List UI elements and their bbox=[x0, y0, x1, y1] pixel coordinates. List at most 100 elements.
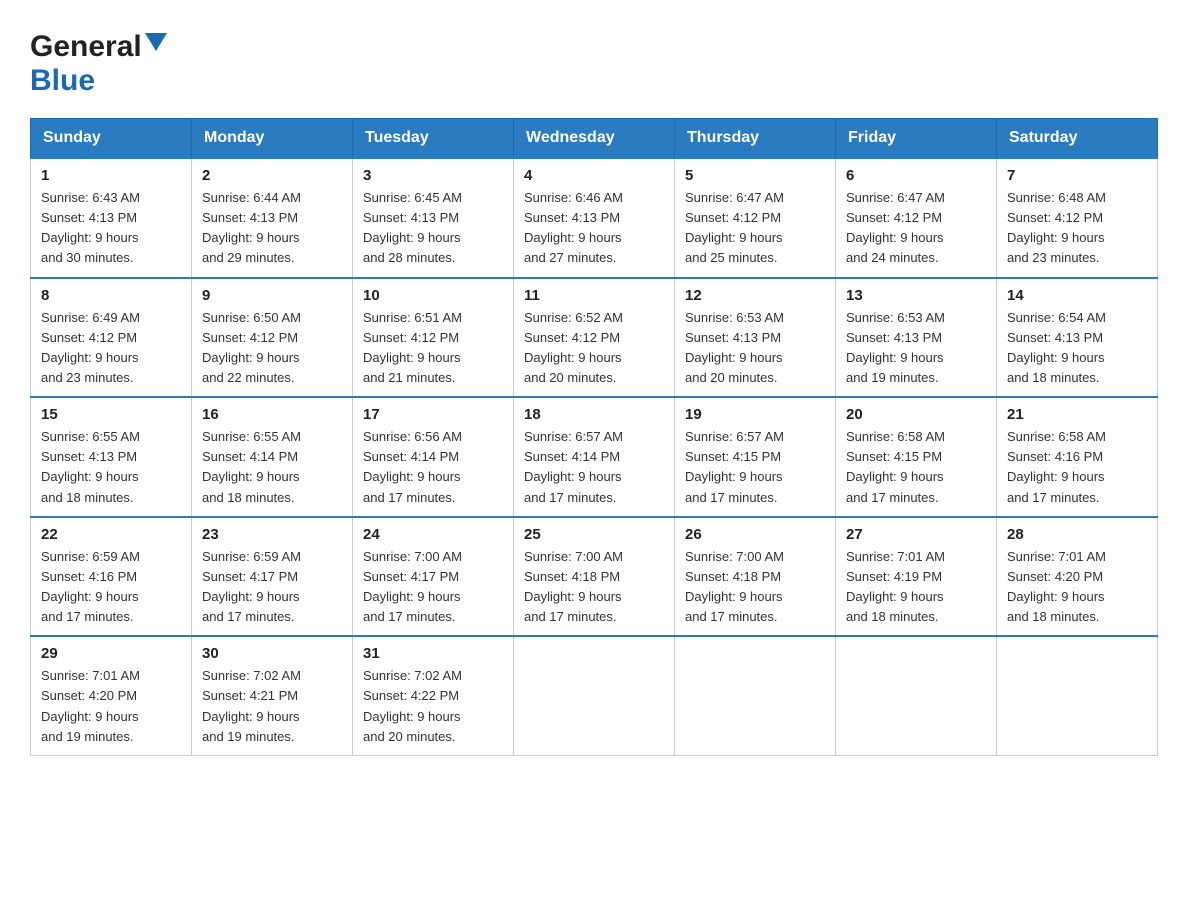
calendar-day-cell: 21 Sunrise: 6:58 AMSunset: 4:16 PMDaylig… bbox=[997, 397, 1158, 517]
day-info: Sunrise: 7:02 AMSunset: 4:22 PMDaylight:… bbox=[363, 668, 462, 743]
calendar-day-cell bbox=[675, 636, 836, 755]
logo: General Blue bbox=[30, 30, 167, 98]
calendar-day-cell: 12 Sunrise: 6:53 AMSunset: 4:13 PMDaylig… bbox=[675, 278, 836, 398]
calendar-day-cell: 22 Sunrise: 6:59 AMSunset: 4:16 PMDaylig… bbox=[31, 517, 192, 637]
day-info: Sunrise: 7:00 AMSunset: 4:18 PMDaylight:… bbox=[685, 549, 784, 624]
day-number: 27 bbox=[846, 526, 986, 543]
day-number: 11 bbox=[524, 287, 664, 304]
day-info: Sunrise: 6:45 AMSunset: 4:13 PMDaylight:… bbox=[363, 190, 462, 265]
day-number: 26 bbox=[685, 526, 825, 543]
calendar-day-cell: 18 Sunrise: 6:57 AMSunset: 4:14 PMDaylig… bbox=[514, 397, 675, 517]
calendar-day-cell: 2 Sunrise: 6:44 AMSunset: 4:13 PMDayligh… bbox=[192, 158, 353, 278]
calendar-day-header: Sunday bbox=[31, 119, 192, 159]
day-number: 22 bbox=[41, 526, 181, 543]
day-info: Sunrise: 6:55 AMSunset: 4:14 PMDaylight:… bbox=[202, 429, 301, 504]
calendar-day-cell: 23 Sunrise: 6:59 AMSunset: 4:17 PMDaylig… bbox=[192, 517, 353, 637]
calendar-day-cell: 15 Sunrise: 6:55 AMSunset: 4:13 PMDaylig… bbox=[31, 397, 192, 517]
day-number: 14 bbox=[1007, 287, 1147, 304]
day-info: Sunrise: 6:47 AMSunset: 4:12 PMDaylight:… bbox=[685, 190, 784, 265]
calendar-day-cell: 14 Sunrise: 6:54 AMSunset: 4:13 PMDaylig… bbox=[997, 278, 1158, 398]
logo-arrow-icon bbox=[145, 33, 167, 60]
calendar-day-cell: 5 Sunrise: 6:47 AMSunset: 4:12 PMDayligh… bbox=[675, 158, 836, 278]
calendar-week-row: 22 Sunrise: 6:59 AMSunset: 4:16 PMDaylig… bbox=[31, 517, 1158, 637]
calendar-day-cell: 10 Sunrise: 6:51 AMSunset: 4:12 PMDaylig… bbox=[353, 278, 514, 398]
day-info: Sunrise: 6:44 AMSunset: 4:13 PMDaylight:… bbox=[202, 190, 301, 265]
day-info: Sunrise: 6:52 AMSunset: 4:12 PMDaylight:… bbox=[524, 310, 623, 385]
day-number: 12 bbox=[685, 287, 825, 304]
day-number: 19 bbox=[685, 406, 825, 423]
day-number: 2 bbox=[202, 167, 342, 184]
calendar-day-cell: 19 Sunrise: 6:57 AMSunset: 4:15 PMDaylig… bbox=[675, 397, 836, 517]
day-info: Sunrise: 6:58 AMSunset: 4:16 PMDaylight:… bbox=[1007, 429, 1106, 504]
calendar-day-cell: 1 Sunrise: 6:43 AMSunset: 4:13 PMDayligh… bbox=[31, 158, 192, 278]
day-info: Sunrise: 6:56 AMSunset: 4:14 PMDaylight:… bbox=[363, 429, 462, 504]
day-number: 5 bbox=[685, 167, 825, 184]
day-number: 10 bbox=[363, 287, 503, 304]
calendar-day-header: Saturday bbox=[997, 119, 1158, 159]
day-number: 3 bbox=[363, 167, 503, 184]
day-info: Sunrise: 6:59 AMSunset: 4:16 PMDaylight:… bbox=[41, 549, 140, 624]
calendar-day-cell: 9 Sunrise: 6:50 AMSunset: 4:12 PMDayligh… bbox=[192, 278, 353, 398]
day-info: Sunrise: 7:02 AMSunset: 4:21 PMDaylight:… bbox=[202, 668, 301, 743]
day-info: Sunrise: 6:53 AMSunset: 4:13 PMDaylight:… bbox=[685, 310, 784, 385]
calendar-day-cell: 26 Sunrise: 7:00 AMSunset: 4:18 PMDaylig… bbox=[675, 517, 836, 637]
calendar-day-cell: 30 Sunrise: 7:02 AMSunset: 4:21 PMDaylig… bbox=[192, 636, 353, 755]
day-info: Sunrise: 7:01 AMSunset: 4:20 PMDaylight:… bbox=[1007, 549, 1106, 624]
day-number: 29 bbox=[41, 645, 181, 662]
day-number: 17 bbox=[363, 406, 503, 423]
day-info: Sunrise: 6:46 AMSunset: 4:13 PMDaylight:… bbox=[524, 190, 623, 265]
day-number: 13 bbox=[846, 287, 986, 304]
calendar-day-cell: 16 Sunrise: 6:55 AMSunset: 4:14 PMDaylig… bbox=[192, 397, 353, 517]
day-number: 31 bbox=[363, 645, 503, 662]
day-info: Sunrise: 6:57 AMSunset: 4:14 PMDaylight:… bbox=[524, 429, 623, 504]
day-number: 7 bbox=[1007, 167, 1147, 184]
day-number: 21 bbox=[1007, 406, 1147, 423]
calendar-day-header: Wednesday bbox=[514, 119, 675, 159]
calendar-day-cell bbox=[836, 636, 997, 755]
day-number: 28 bbox=[1007, 526, 1147, 543]
day-info: Sunrise: 6:47 AMSunset: 4:12 PMDaylight:… bbox=[846, 190, 945, 265]
day-number: 15 bbox=[41, 406, 181, 423]
day-info: Sunrise: 6:51 AMSunset: 4:12 PMDaylight:… bbox=[363, 310, 462, 385]
day-info: Sunrise: 6:48 AMSunset: 4:12 PMDaylight:… bbox=[1007, 190, 1106, 265]
calendar-day-cell: 29 Sunrise: 7:01 AMSunset: 4:20 PMDaylig… bbox=[31, 636, 192, 755]
day-number: 20 bbox=[846, 406, 986, 423]
day-number: 18 bbox=[524, 406, 664, 423]
calendar-week-row: 15 Sunrise: 6:55 AMSunset: 4:13 PMDaylig… bbox=[31, 397, 1158, 517]
calendar-week-row: 8 Sunrise: 6:49 AMSunset: 4:12 PMDayligh… bbox=[31, 278, 1158, 398]
calendar-day-cell: 25 Sunrise: 7:00 AMSunset: 4:18 PMDaylig… bbox=[514, 517, 675, 637]
calendar-day-cell: 17 Sunrise: 6:56 AMSunset: 4:14 PMDaylig… bbox=[353, 397, 514, 517]
day-number: 8 bbox=[41, 287, 181, 304]
day-info: Sunrise: 7:00 AMSunset: 4:17 PMDaylight:… bbox=[363, 549, 462, 624]
day-info: Sunrise: 6:58 AMSunset: 4:15 PMDaylight:… bbox=[846, 429, 945, 504]
calendar-day-cell: 13 Sunrise: 6:53 AMSunset: 4:13 PMDaylig… bbox=[836, 278, 997, 398]
day-info: Sunrise: 6:57 AMSunset: 4:15 PMDaylight:… bbox=[685, 429, 784, 504]
calendar-day-header: Monday bbox=[192, 119, 353, 159]
calendar-day-cell: 3 Sunrise: 6:45 AMSunset: 4:13 PMDayligh… bbox=[353, 158, 514, 278]
day-number: 1 bbox=[41, 167, 181, 184]
calendar-day-cell: 28 Sunrise: 7:01 AMSunset: 4:20 PMDaylig… bbox=[997, 517, 1158, 637]
calendar-table: SundayMondayTuesdayWednesdayThursdayFrid… bbox=[30, 118, 1158, 756]
calendar-day-cell: 31 Sunrise: 7:02 AMSunset: 4:22 PMDaylig… bbox=[353, 636, 514, 755]
day-info: Sunrise: 7:01 AMSunset: 4:20 PMDaylight:… bbox=[41, 668, 140, 743]
day-number: 16 bbox=[202, 406, 342, 423]
day-number: 9 bbox=[202, 287, 342, 304]
page-header: General Blue bbox=[30, 30, 1158, 98]
day-info: Sunrise: 6:53 AMSunset: 4:13 PMDaylight:… bbox=[846, 310, 945, 385]
calendar-day-header: Friday bbox=[836, 119, 997, 159]
day-number: 24 bbox=[363, 526, 503, 543]
calendar-day-cell: 20 Sunrise: 6:58 AMSunset: 4:15 PMDaylig… bbox=[836, 397, 997, 517]
day-info: Sunrise: 6:49 AMSunset: 4:12 PMDaylight:… bbox=[41, 310, 140, 385]
day-info: Sunrise: 7:00 AMSunset: 4:18 PMDaylight:… bbox=[524, 549, 623, 624]
calendar-header-row: SundayMondayTuesdayWednesdayThursdayFrid… bbox=[31, 119, 1158, 159]
calendar-day-cell: 24 Sunrise: 7:00 AMSunset: 4:17 PMDaylig… bbox=[353, 517, 514, 637]
day-number: 6 bbox=[846, 167, 986, 184]
calendar-day-header: Tuesday bbox=[353, 119, 514, 159]
day-info: Sunrise: 7:01 AMSunset: 4:19 PMDaylight:… bbox=[846, 549, 945, 624]
day-info: Sunrise: 6:54 AMSunset: 4:13 PMDaylight:… bbox=[1007, 310, 1106, 385]
calendar-day-cell bbox=[997, 636, 1158, 755]
day-info: Sunrise: 6:59 AMSunset: 4:17 PMDaylight:… bbox=[202, 549, 301, 624]
calendar-day-cell: 4 Sunrise: 6:46 AMSunset: 4:13 PMDayligh… bbox=[514, 158, 675, 278]
day-info: Sunrise: 6:50 AMSunset: 4:12 PMDaylight:… bbox=[202, 310, 301, 385]
calendar-body: 1 Sunrise: 6:43 AMSunset: 4:13 PMDayligh… bbox=[31, 158, 1158, 755]
